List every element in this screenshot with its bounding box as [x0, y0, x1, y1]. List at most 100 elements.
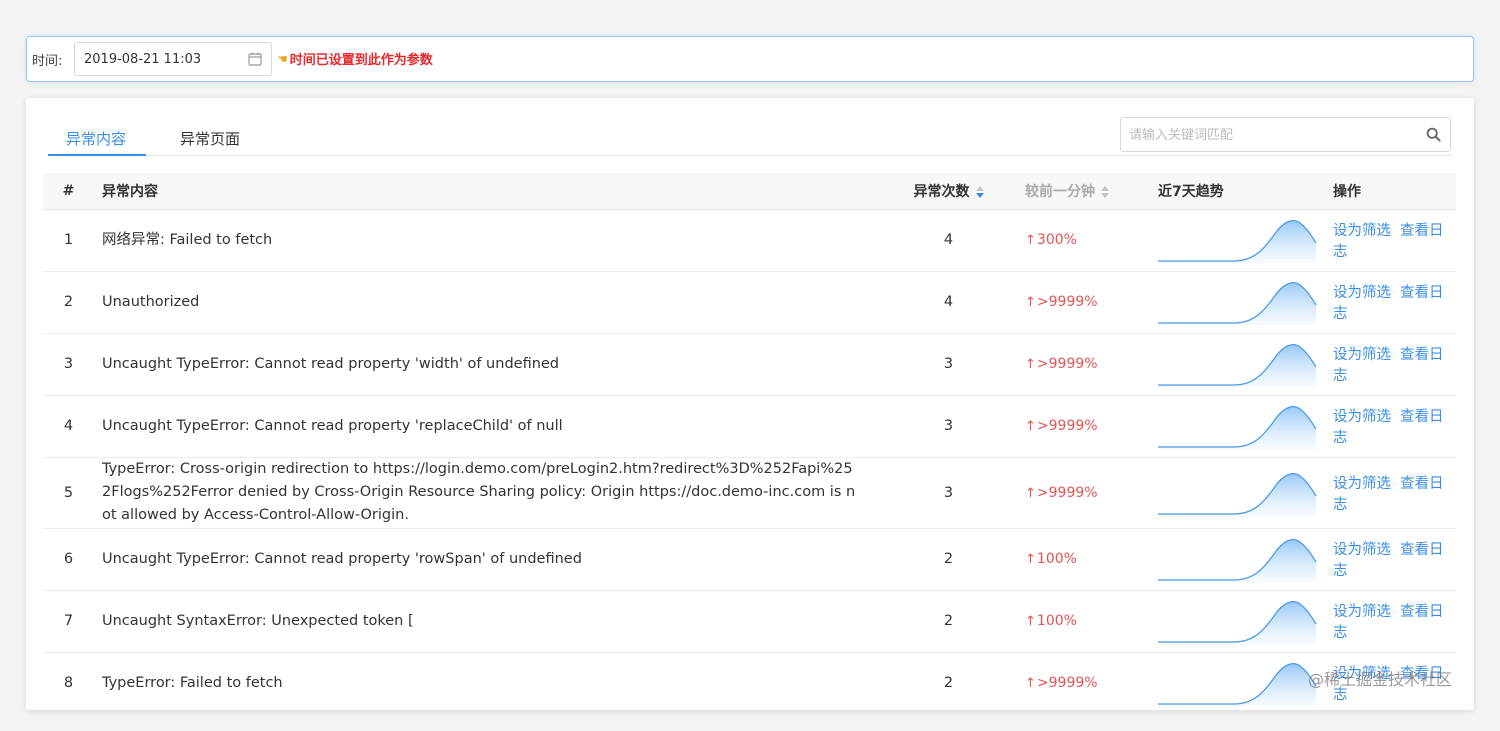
table-header-row: # 异常内容 异常次数 较前一分钟 近7天趋势 操作	[43, 173, 1456, 210]
table-row: 8 TypeError: Failed to fetch 2 ↑>9999% 设…	[43, 652, 1456, 710]
row-change: ↑>9999%	[1017, 652, 1150, 710]
trend-area	[1158, 539, 1316, 582]
calendar-icon[interactable]	[248, 52, 262, 66]
row-count: 2	[880, 590, 1017, 653]
row-ops: 设为筛选 查看日志	[1325, 457, 1456, 529]
search-box[interactable]	[1120, 117, 1451, 152]
set-filter-link[interactable]: 设为筛选	[1333, 347, 1391, 363]
row-content: Uncaught TypeError: Cannot read property…	[94, 395, 880, 458]
row-change-value: >9999%	[1036, 356, 1098, 372]
row-ops: 设为筛选 查看日志	[1325, 528, 1456, 591]
table-row: 2 Unauthorized 4 ↑>9999% 设为筛选 查看日志	[43, 271, 1456, 334]
row-index: 5	[43, 457, 94, 529]
trend-sparkline	[1158, 406, 1317, 449]
row-content: TypeError: Cross-origin redirection to h…	[94, 457, 880, 529]
arrow-up-icon: ↑	[1025, 614, 1036, 629]
row-change-value: 100%	[1036, 551, 1077, 567]
row-content: Unauthorized	[94, 271, 880, 334]
row-index: 1	[43, 209, 94, 272]
row-ops: 设为筛选 查看日志	[1325, 395, 1456, 458]
arrow-up-icon: ↑	[1025, 419, 1036, 434]
trend-sparkline	[1158, 539, 1317, 582]
pointing-hand-icon: ☚	[277, 51, 288, 66]
row-index: 4	[43, 395, 94, 458]
row-change: ↑>9999%	[1017, 271, 1150, 334]
header-change-label: 较前一分钟	[1025, 183, 1095, 200]
row-change: ↑>9999%	[1017, 457, 1150, 529]
search-icon[interactable]	[1426, 127, 1441, 142]
row-index: 2	[43, 271, 94, 334]
trend-area	[1158, 601, 1316, 644]
row-content: 网络异常: Failed to fetch	[94, 209, 880, 272]
row-content: Uncaught TypeError: Cannot read property…	[94, 333, 880, 396]
trend-sparkline	[1158, 601, 1317, 644]
row-index: 7	[43, 590, 94, 653]
row-index: 3	[43, 333, 94, 396]
row-ops: 设为筛选 查看日志	[1325, 590, 1456, 653]
header-index: #	[43, 173, 94, 210]
arrow-up-icon: ↑	[1025, 233, 1036, 248]
trend-area	[1158, 282, 1316, 325]
row-count: 4	[880, 271, 1017, 334]
set-filter-link[interactable]: 设为筛选	[1333, 409, 1391, 425]
sort-icon[interactable]	[975, 185, 984, 198]
row-count: 2	[880, 652, 1017, 710]
trend-sparkline	[1158, 344, 1317, 387]
table-row: 3 Uncaught TypeError: Cannot read proper…	[43, 333, 1456, 396]
watermark: @稀土掘金技术社区	[1307, 670, 1452, 689]
arrow-up-icon: ↑	[1025, 676, 1036, 691]
table-row: 6 Uncaught TypeError: Cannot read proper…	[43, 528, 1456, 591]
row-trend	[1150, 395, 1325, 458]
time-label: 时间:	[32, 54, 63, 69]
row-trend	[1150, 457, 1325, 529]
row-content: TypeError: Failed to fetch	[94, 652, 880, 710]
set-filter-link[interactable]: 设为筛选	[1333, 223, 1391, 239]
arrow-up-icon: ↑	[1025, 357, 1036, 372]
tab-exception-content[interactable]: 异常内容	[66, 128, 126, 149]
date-value[interactable]: 2019-08-21 11:03	[84, 52, 201, 67]
time-filter-bar: 时间: 2019-08-21 11:03 ☚ 时间已设置到此作为参数	[26, 36, 1474, 82]
search-input[interactable]	[1129, 124, 1409, 146]
header-count[interactable]: 异常次数	[880, 173, 1017, 210]
trend-area	[1158, 344, 1316, 387]
arrow-up-icon: ↑	[1025, 295, 1036, 310]
arrow-up-icon: ↑	[1025, 485, 1036, 501]
row-content: Uncaught SyntaxError: Unexpected token [	[94, 590, 880, 653]
time-hint: ☚ 时间已设置到此作为参数	[277, 49, 433, 69]
row-count: 3	[880, 395, 1017, 458]
table-row: 7 Uncaught SyntaxError: Unexpected token…	[43, 590, 1456, 653]
table-row: 1 网络异常: Failed to fetch 4 ↑300% 设为筛选 查看日志	[43, 209, 1456, 272]
trend-sparkline	[1158, 220, 1317, 263]
trend-area	[1158, 220, 1316, 263]
trend-area	[1158, 663, 1316, 706]
row-change-value: >9999%	[1036, 484, 1098, 501]
table-row: 5 TypeError: Cross-origin redirection to…	[43, 457, 1456, 529]
header-count-label: 异常次数	[913, 183, 970, 200]
row-change-value: >9999%	[1036, 675, 1098, 691]
row-change-value: >9999%	[1036, 418, 1098, 434]
row-content: Uncaught TypeError: Cannot read property…	[94, 528, 880, 591]
exception-card: 异常内容 异常页面 # 异常内容 异常次数 较前一分钟 近7天趋势 操作	[26, 98, 1474, 710]
row-ops: 设为筛选 查看日志	[1325, 271, 1456, 334]
sort-icon[interactable]	[1101, 185, 1109, 198]
trend-sparkline	[1158, 663, 1317, 706]
trend-area	[1158, 473, 1316, 516]
set-filter-link[interactable]: 设为筛选	[1333, 604, 1391, 620]
row-change: ↑>9999%	[1017, 395, 1150, 458]
row-trend	[1150, 333, 1325, 396]
row-count: 3	[880, 457, 1017, 529]
row-index: 8	[43, 652, 94, 710]
row-count: 2	[880, 528, 1017, 591]
set-filter-link[interactable]: 设为筛选	[1333, 285, 1391, 301]
header-change[interactable]: 较前一分钟	[1017, 173, 1150, 210]
trend-area	[1158, 406, 1316, 449]
tab-exception-page[interactable]: 异常页面	[180, 128, 240, 149]
row-change-value: >9999%	[1036, 294, 1098, 310]
row-change-value: 300%	[1036, 232, 1077, 248]
row-trend	[1150, 652, 1325, 710]
set-filter-link[interactable]: 设为筛选	[1333, 542, 1391, 558]
date-picker[interactable]: 2019-08-21 11:03	[74, 42, 272, 76]
row-trend	[1150, 528, 1325, 591]
row-change: ↑100%	[1017, 528, 1150, 591]
set-filter-link[interactable]: 设为筛选	[1333, 476, 1391, 492]
